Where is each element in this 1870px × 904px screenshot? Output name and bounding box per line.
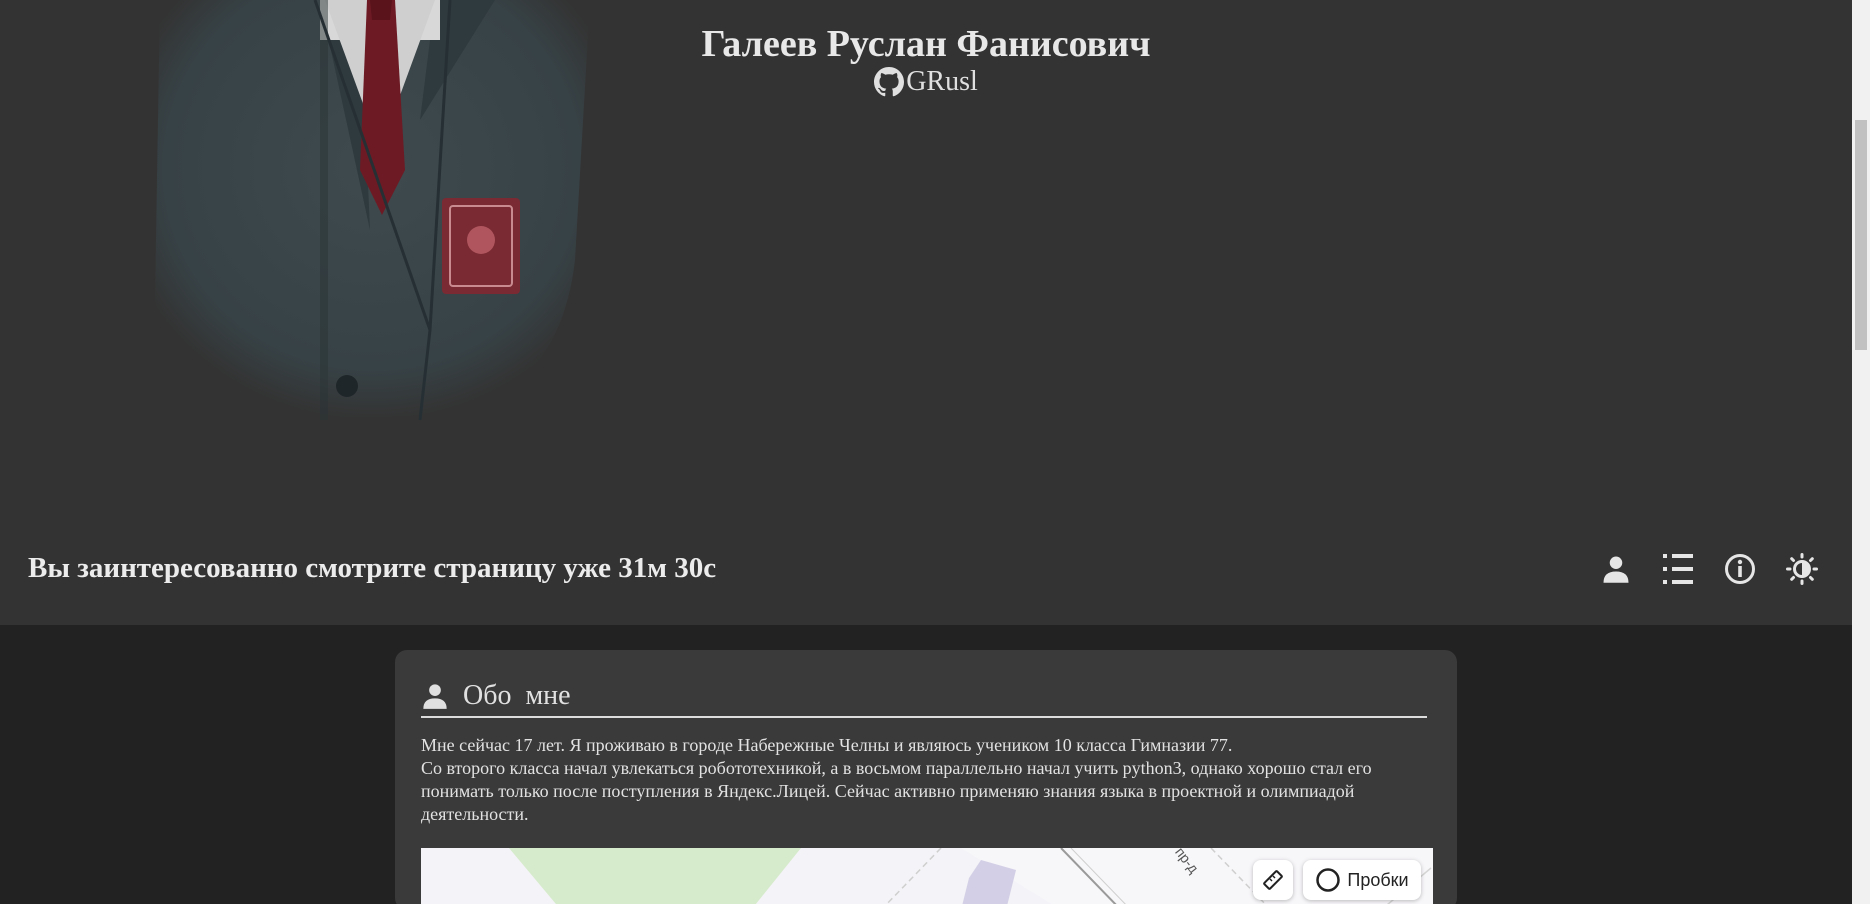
header-toolbar <box>1600 551 1818 587</box>
map-widget[interactable]: пр-д Пробки <box>421 848 1433 904</box>
about-section: Обо мне Мне сейчас 17 лет. Я проживаю в … <box>395 650 1457 904</box>
contents-button[interactable] <box>1662 551 1694 587</box>
profile-button[interactable] <box>1600 551 1632 587</box>
about-title: Обо мне <box>463 680 571 711</box>
user-icon <box>1603 556 1629 583</box>
info-icon <box>1725 554 1755 584</box>
about-text: Мне сейчас 17 лет. Я проживаю в городе Н… <box>421 734 1431 826</box>
list-icon <box>1663 554 1693 584</box>
about-paragraph: Мне сейчас 17 лет. Я проживаю в городе Н… <box>421 735 1233 755</box>
about-paragraph: Со второго класса начал увлекаться робот… <box>421 758 1372 824</box>
theme-icon <box>1786 553 1818 585</box>
github-username-link[interactable]: GRusl <box>906 66 978 98</box>
ruler-button[interactable] <box>1253 860 1293 900</box>
theme-toggle-button[interactable] <box>1786 551 1818 587</box>
profile-name: Галеев Руслан Фанисович <box>701 23 1151 65</box>
traffic-label: Пробки <box>1347 869 1409 890</box>
scrollbar-thumb[interactable] <box>1855 120 1867 350</box>
view-timer: Вы заинтересованно смотрите страницу уже… <box>28 552 717 584</box>
github-link-row: GRusl <box>0 66 1852 98</box>
page-scrollbar[interactable] <box>1852 0 1870 904</box>
profile-header: Галеев Руслан Фанисович GRusl Вы заинтер… <box>0 0 1852 625</box>
about-header: Обо мне <box>421 676 1427 718</box>
ruler-icon <box>1263 870 1283 890</box>
user-icon <box>423 684 447 709</box>
github-icon[interactable] <box>874 67 905 97</box>
traffic-button[interactable]: Пробки <box>1303 860 1421 900</box>
traffic-icon <box>1316 868 1341 892</box>
info-button[interactable] <box>1724 551 1756 587</box>
